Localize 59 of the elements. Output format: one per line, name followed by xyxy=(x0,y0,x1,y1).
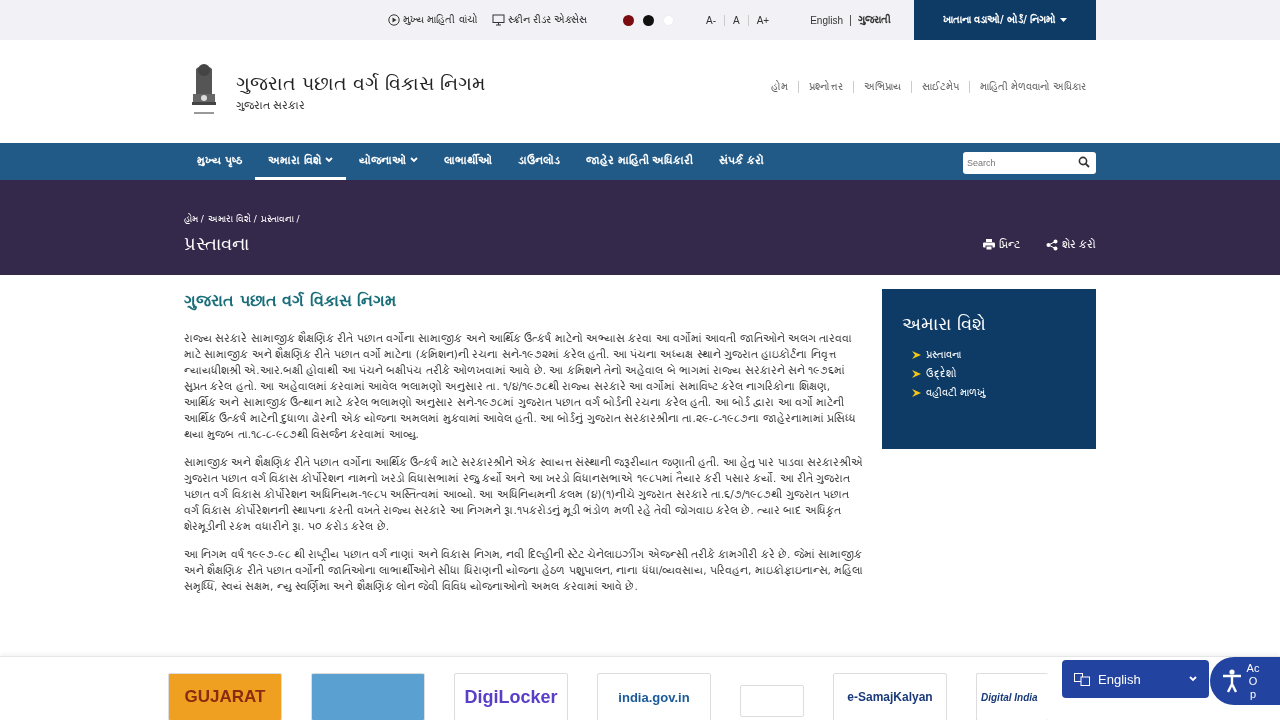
departments-dropdown[interactable]: ખાતાના વડાઓ/ બોર્ડ/ નિગમો xyxy=(914,0,1096,40)
article-paragraph: સામાજીક અને શૈક્ષણિક રીતે પછાત વર્ગોના આર્થિક ઉત્કર્ષ માટે સરકારશ્રીને એક સ્વાયત્ત સંસ્થાની જરૂરીયાત જણાતી હતી. આ હેતુ પાર પાડવા સરકારશ્રીએ ગુજરાત પછાત વર્ગ વિકાસ કોર્પોરેશન નામનો ખરડો વિધાસભામાં રજુ કર્યો અને આ ખરડો વિધાનસભાએ ૧૯૮૫માં તૈયાર કરી પસાર કર્યો. આ રીતે ગુજરાત પછાત વર્ગ વિકાસ કોર્પોરેશન અધિનિયમ-૧૯૮૫ અસ્તિત્વમાં આવ્યો. આ અધિનિયમની કલમ (૪)(૧)નીચે ગુજરાત સરકારે તા.૬/૭/૧૯૮૭થી ગુજરાત પછાત વર્ગ વિકાસ કોર્પોરેશનની સ્થાપના કરતી વખતે રાજ્ય સરકારે આ નિગમને રૂા.૧૫કરોડનું મૂડી ભંડોળ મળી રહે તેવી જોગવાઇ કરેલ છે. ત્યાર બાદ અધિકૃત શેરમૂડીની રકમ વધારીને રૂા. ૫૦ કરોડ કરેલ છે. xyxy=(184,454,864,534)
sidebar-link[interactable]: વહીવટી માળખું xyxy=(926,387,986,399)
site-title: ગુજરાત પછાત વર્ગ વિકાસ નિગમ xyxy=(236,71,486,95)
partner-logo[interactable]: e-SamajKalyan xyxy=(833,673,947,720)
theme-swatch[interactable] xyxy=(623,14,634,26)
partner-logo[interactable]: Digital India xyxy=(976,673,1048,720)
search-icon[interactable] xyxy=(1078,155,1090,168)
language-selector[interactable]: English xyxy=(1062,660,1209,698)
breadcrumb-link[interactable]: અમારા વિશે / xyxy=(207,214,257,225)
sidebar-link[interactable]: ઉદ્દેશો xyxy=(926,368,957,380)
nav-item[interactable]: સંપર્ક કરો xyxy=(706,143,778,180)
arrow-icon xyxy=(912,389,921,397)
caret-icon xyxy=(1060,18,1068,22)
translate-icon xyxy=(1074,672,1090,686)
share-icon xyxy=(1045,238,1058,251)
nav-item[interactable]: મુખ્ય પૃષ્ઠ xyxy=(184,143,255,180)
font-size-button[interactable]: A+ xyxy=(747,14,778,26)
header-link[interactable]: અભિપ્રાય xyxy=(852,80,911,93)
search-field[interactable]: Search xyxy=(963,151,1096,174)
printer-icon xyxy=(982,239,995,250)
partner-logo[interactable]: GUJARAT xyxy=(168,673,282,720)
breadcrumb-link[interactable]: પ્રસ્તાવના / xyxy=(260,214,300,225)
article-paragraph: રાજ્ય સરકારે સામાજીક શૈક્ષણિક રીતે પછાત વર્ગોના સામાજીક અને આર્થિક ઉત્કર્ષ માટેનો અભ્યાસ કરવા આ વર્ગોમાં આવતી જાતિઓને અલગ તારવવા માટે સામાજીક અને શૈક્ષણિક રીતે પછાત વર્ગો માટેના (કમિશન)ની રચના સને-૧૯૭૨માં કરેલ હતી. આ પંચના અધ્યક્ષ સ્થાને ગુજરાત હાઇકોર્ટના નિવૃત્ત ન્યાયધીશશ્રી એ.આર.બક્ષી હોવાથી આ પંચને બક્ષીપંચ તરીકે ઓળખવામાં આવે છે. આ કમિશને તેનો અહેવાલ બે ભાગમાં રાજ્ય સરકારને સને ૧૯૭૬માં સુપ્રત કરેલ હતો. આ અહેવાલમાં કરવામાં આવેલ ભલામણો અનુસાર તા. ૧/૪/૧૯૭૮થી રાજ્ય સરકારે આ વર્ગોમાં સમાવિષ્ટ કરેલ નાગરિકોના શિક્ષણ, આર્થિક અને સામાજીક ઉત્થાન માટે કરેલ ભલામણો અનુસાર સને-૧૯૭૮માં ગુજરાત પછાત વર્ગ બોર્ડની રચના કરેલ હતી. આ બોર્ડ દ્વારા આ વર્ગો માટેની આર્થિક ઉત્કર્ષ માટેની દુધાળા ઢોરની એક યોજના અમલમાં મુકવામાં આવેલ હતી. આ બોર્ડનું ગુજરાત સરકારશ્રીના તા.૨૯-૮-૧૯૮૭ના જાહેરનામામાં પ્રસિધ્ધ થયા મુજબ તા.૧૮-૮-૯૮૭થી વિસર્જન કરવામાં આવ્યુ. xyxy=(184,330,857,442)
chevron-down-icon xyxy=(1189,676,1197,682)
play-circle-icon xyxy=(388,14,401,26)
nav-item[interactable]: જાહેર માહિતી અધિકારી xyxy=(572,143,707,180)
breadcrumb-link[interactable]: હોમ / xyxy=(184,214,204,225)
accessibility-person-icon xyxy=(1222,669,1242,693)
header-link[interactable]: સાઈટમેપ xyxy=(910,80,969,93)
header-link[interactable]: હોમ xyxy=(760,80,798,93)
sidebar-title: અમારા વિશે xyxy=(902,313,987,335)
partner-logo[interactable]: india.gov.in xyxy=(597,673,711,720)
chevron-down-icon xyxy=(324,157,333,163)
sidebar-link[interactable]: પ્રસ્તાવના xyxy=(926,349,961,361)
nav-item[interactable]: ડાઉનલોડ xyxy=(504,143,573,180)
theme-swatch[interactable] xyxy=(643,14,654,26)
arrow-icon xyxy=(912,370,921,378)
article-heading: ગુજરાત પછાત વર્ગ વિકાસ નિગમ xyxy=(184,291,398,310)
print-link[interactable]: પ્રિન્ટ xyxy=(982,238,1020,251)
font-size-button[interactable]: A- xyxy=(698,14,724,26)
accessibility-button[interactable]: Ac Op xyxy=(1210,657,1280,705)
top-link[interactable]: સ્ક્રીન રીડર એક્સેસ xyxy=(491,14,587,26)
article-paragraph: આ નિગમ વર્ષ ૧૯૯૭-૯૮ થી રાષ્ટ્રીય પછાત વર્ગ નાણાં અને વિકાસ નિગમ, નવી દિલ્હીની સ્ટેટ ચેનેલાઇઝીંગ એજન્સી તરીકે કામગીરી કરે છે. જેમાં સામાજીક અને શૈક્ષણિક રીતે પછાત વર્ગોની જાતિઓના લાભાર્થીઓને સીધા ધિરાણની યોજના હેઠળ પશુપાલન, નાના ધંધા/વ્યવસાય, પરિવહન, માઇક્રોફાઇનાન્સ, મહિલા સમૃધ્ધિ, સ્વયં સક્ષમ, ન્યુ સ્વર્ણિમા અને શૈક્ષણિક લોન જેવી વિવિધ યોજનાઓનો અમલ કરવામાં આવે છે. xyxy=(184,547,864,594)
share-link[interactable]: શેર કરો xyxy=(1045,238,1096,251)
page-title: પ્રસ્તાવના xyxy=(184,233,250,255)
nav-item[interactable]: યોજનાઓ xyxy=(345,143,431,180)
header-link[interactable]: પ્રશ્નોત્તર xyxy=(797,80,853,93)
language-link[interactable]: ગુજરાતી xyxy=(851,14,898,26)
top-link[interactable]: મુખ્ય માહિતી વાંચો xyxy=(388,14,478,26)
partner-logo[interactable]: DigiLocker xyxy=(454,673,568,720)
chevron-down-icon xyxy=(409,157,418,163)
language-link[interactable]: English xyxy=(803,14,850,26)
site-subtitle: ગુજરાત સરકાર xyxy=(236,98,307,112)
monitor-icon xyxy=(491,14,505,26)
font-size-button[interactable]: A xyxy=(724,14,748,26)
header-link[interactable]: માહિતી મેળવવાનો અધિકાર xyxy=(968,80,1096,93)
nav-item[interactable]: લાભાર્થીઓ xyxy=(430,143,505,180)
arrow-icon xyxy=(912,351,921,359)
